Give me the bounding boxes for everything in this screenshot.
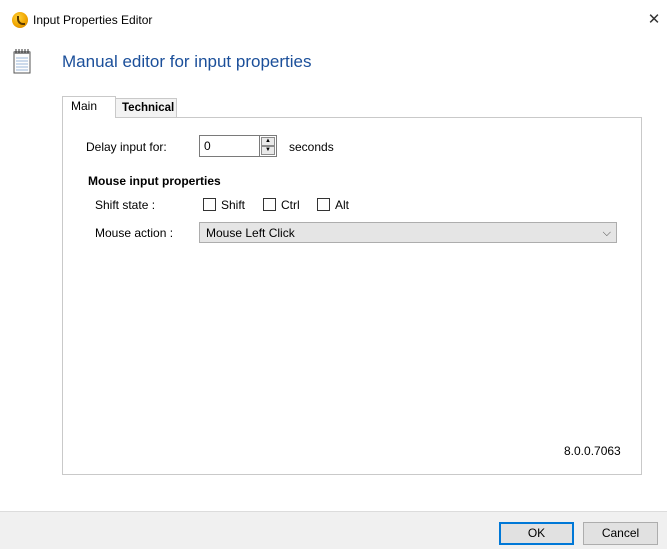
spin-up-button[interactable]: ▲ [261,137,275,146]
delay-input[interactable] [199,135,260,157]
chevron-down-icon: ⌵ [602,227,611,239]
ctrl-checkbox-label: Ctrl [281,198,300,212]
mouse-action-label: Mouse action : [95,226,174,240]
shift-checkbox[interactable] [203,198,216,211]
app-icon [12,12,28,28]
notepad-icon [13,49,31,74]
version-label: 8.0.0.7063 [564,444,621,458]
window-title: Input Properties Editor [33,13,153,27]
section-title: Mouse input properties [88,174,221,188]
tab-main[interactable]: Main [62,96,116,118]
cancel-button[interactable]: Cancel [583,522,658,545]
alt-checkbox[interactable] [317,198,330,211]
alt-checkbox-label: Alt [335,198,350,212]
page-title: Manual editor for input properties [62,52,312,71]
delay-unit-label: seconds [289,140,334,154]
tab-panel-main [62,117,642,475]
close-button[interactable]: ✕ [641,7,667,33]
mouse-action-value: Mouse Left Click [206,226,295,240]
ctrl-checkbox[interactable] [263,198,276,211]
spin-down-button[interactable]: ▼ [261,146,275,155]
shift-checkbox-label: Shift [221,198,246,212]
shift-state-label: Shift state : [95,198,156,212]
delay-label: Delay input for: [86,140,167,154]
mouse-action-select[interactable]: Mouse Left Click ⌵ [199,222,617,243]
delay-spinner: ▲ ▼ [260,135,277,157]
ok-button[interactable]: OK [499,522,574,545]
tab-technical[interactable]: Technical [116,98,177,118]
